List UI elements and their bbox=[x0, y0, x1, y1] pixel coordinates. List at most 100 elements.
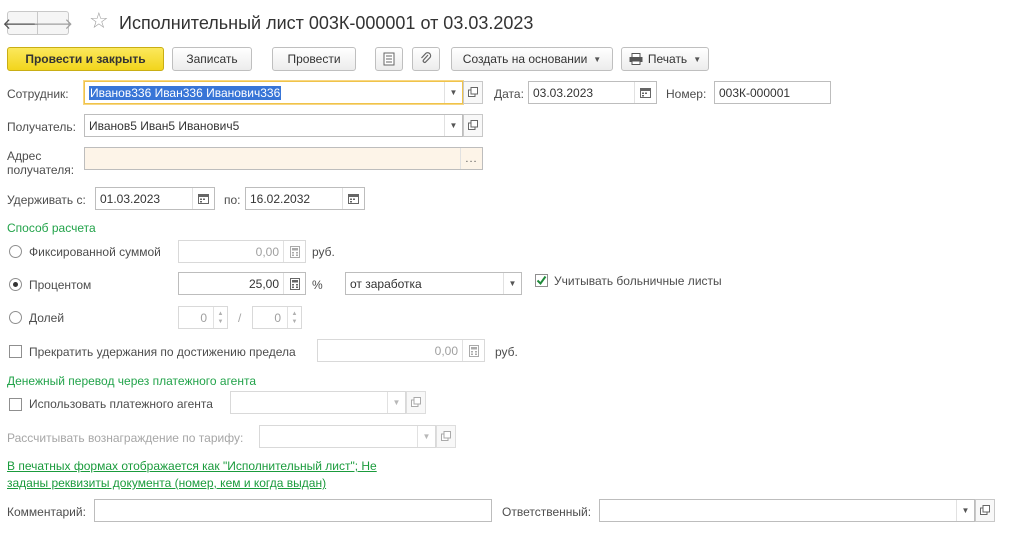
responsible-field[interactable]: ▼ bbox=[599, 499, 975, 522]
open-window-icon bbox=[441, 430, 451, 444]
date-field[interactable]: 03.03.2023 bbox=[528, 81, 657, 104]
chevron-down-icon[interactable]: ▼ bbox=[503, 273, 521, 294]
address-label-line1: Адрес bbox=[7, 149, 42, 163]
number-field[interactable]: 003К-000001 bbox=[714, 81, 831, 104]
responsible-open-button[interactable] bbox=[975, 499, 995, 522]
withhold-to-value: 16.02.2032 bbox=[250, 191, 311, 206]
share-numerator-value: 0 bbox=[200, 310, 207, 325]
post-and-close-button[interactable]: Провести и закрыть bbox=[7, 47, 164, 71]
stop-limit-unit: руб. bbox=[495, 345, 518, 359]
recipient-field[interactable]: Иванов5 Иван5 Иванович5 ▼ bbox=[84, 114, 463, 137]
fixed-amount-field[interactable]: 0,00 bbox=[178, 240, 306, 263]
date-label: Дата: bbox=[494, 87, 524, 101]
agent-section-title: Денежный перевод через платежного агента bbox=[7, 374, 257, 388]
employee-open-button[interactable] bbox=[463, 81, 483, 104]
post-button[interactable]: Провести bbox=[272, 47, 356, 71]
withhold-from-value: 01.03.2023 bbox=[100, 191, 161, 206]
agent-open-button[interactable] bbox=[406, 391, 426, 414]
calendar-icon[interactable] bbox=[634, 82, 656, 103]
open-window-icon bbox=[980, 504, 990, 518]
calculator-icon[interactable] bbox=[283, 273, 305, 294]
ellipsis-icon[interactable]: ... bbox=[460, 148, 482, 169]
fixed-amount-label: Фиксированной суммой bbox=[29, 245, 161, 259]
notice-line2: заданы реквизиты документа (номер, кем и… bbox=[7, 476, 327, 490]
share-numerator-field[interactable]: 0 ▲ ▼ bbox=[178, 306, 228, 329]
percent-value: 25,00 bbox=[248, 276, 279, 291]
fixed-amount-unit: руб. bbox=[312, 245, 335, 259]
open-window-icon bbox=[468, 86, 478, 100]
chevron-down-icon[interactable]: ▼ bbox=[417, 426, 435, 447]
stop-limit-field[interactable]: 0,00 bbox=[317, 339, 485, 362]
agent-field[interactable]: ▼ bbox=[230, 391, 406, 414]
attachments-button[interactable] bbox=[412, 47, 440, 71]
date-value: 03.03.2023 bbox=[533, 85, 594, 100]
create-based-on-label: Создать на основании bbox=[462, 52, 588, 66]
sick-leave-checkbox[interactable] bbox=[535, 274, 548, 287]
tariff-field[interactable]: ▼ bbox=[259, 425, 436, 448]
employee-value: Иванов336 Иван336 Иванович336 bbox=[89, 85, 282, 100]
share-label: Долей bbox=[29, 311, 65, 325]
percent-label: Процентом bbox=[29, 278, 92, 292]
open-window-icon bbox=[468, 119, 478, 133]
document-details-link[interactable]: В печатных формах отображается как "Испо… bbox=[7, 458, 407, 492]
recipient-value: Иванов5 Иван5 Иванович5 bbox=[89, 118, 240, 133]
employee-field[interactable]: Иванов336 Иван336 Иванович336 ▼ bbox=[84, 81, 463, 104]
number-label: Номер: bbox=[666, 87, 707, 101]
print-label: Печать bbox=[647, 52, 688, 66]
stop-limit-label: Прекратить удержания по достижению преде… bbox=[29, 345, 296, 359]
fixed-amount-value: 0,00 bbox=[255, 244, 279, 259]
share-separator: / bbox=[238, 311, 242, 325]
address-field[interactable]: ... bbox=[84, 147, 483, 170]
calendar-icon[interactable] bbox=[192, 188, 214, 209]
chevron-down-icon: ▼ bbox=[693, 54, 702, 64]
use-agent-checkbox[interactable] bbox=[9, 398, 22, 411]
chevron-down-icon[interactable]: ▼ bbox=[444, 82, 462, 103]
chevron-down-icon[interactable]: ▼ bbox=[956, 500, 974, 521]
share-denominator-value: 0 bbox=[274, 310, 281, 325]
withhold-from-label: Удерживать с: bbox=[7, 193, 86, 207]
percent-field[interactable]: 25,00 bbox=[178, 272, 306, 295]
employee-label: Сотрудник: bbox=[7, 87, 69, 101]
printer-icon bbox=[629, 53, 643, 65]
document-list-icon bbox=[383, 52, 395, 66]
share-denominator-field[interactable]: 0 ▲ ▼ bbox=[252, 306, 302, 329]
use-agent-label: Использовать платежного агента bbox=[29, 397, 213, 411]
withhold-to-label: по: bbox=[224, 193, 241, 207]
recipient-open-button[interactable] bbox=[463, 114, 483, 137]
favorite-star-icon[interactable]: ☆ bbox=[89, 9, 109, 33]
percent-base-value: от заработка bbox=[350, 276, 422, 291]
withhold-to-field[interactable]: 16.02.2032 bbox=[245, 187, 365, 210]
percent-radio[interactable] bbox=[9, 278, 22, 291]
fixed-amount-radio[interactable] bbox=[9, 245, 22, 258]
calendar-icon[interactable] bbox=[342, 188, 364, 209]
tariff-label: Рассчитывать вознаграждение по тарифу: bbox=[7, 431, 244, 445]
share-radio[interactable] bbox=[9, 311, 22, 324]
comment-field[interactable] bbox=[94, 499, 492, 522]
spinner-arrows-icon[interactable]: ▲ ▼ bbox=[287, 307, 301, 328]
address-label-line2: получателя: bbox=[7, 163, 75, 177]
calc-section-title: Способ расчета bbox=[7, 221, 96, 235]
forward-button[interactable]: 🡒 bbox=[33, 11, 73, 35]
notice-line1: В печатных формах отображается как "Испо… bbox=[7, 459, 377, 473]
tariff-open-button[interactable] bbox=[436, 425, 456, 448]
print-button[interactable]: Печать ▼ bbox=[621, 47, 709, 71]
create-based-on-button[interactable]: Создать на основании ▼ bbox=[451, 47, 613, 71]
checkmark-icon bbox=[536, 275, 547, 286]
sick-leave-label: Учитывать больничные листы bbox=[554, 274, 722, 288]
percent-base-select[interactable]: от заработка ▼ bbox=[345, 272, 522, 295]
stop-limit-checkbox[interactable] bbox=[9, 345, 22, 358]
page-title: Исполнительный лист 003К-000001 от 03.03… bbox=[119, 13, 534, 33]
chevron-down-icon: ▼ bbox=[593, 54, 602, 64]
arrow-right-icon: 🡒 bbox=[32, 15, 74, 33]
chevron-down-icon[interactable]: ▼ bbox=[444, 115, 462, 136]
save-button[interactable]: Записать bbox=[172, 47, 252, 71]
calculator-icon[interactable] bbox=[462, 340, 484, 361]
recipient-label: Получатель: bbox=[7, 120, 76, 134]
spinner-arrows-icon[interactable]: ▲ ▼ bbox=[213, 307, 227, 328]
calculator-icon[interactable] bbox=[283, 241, 305, 262]
stop-limit-value: 0,00 bbox=[434, 343, 458, 358]
comment-label: Комментарий: bbox=[7, 505, 86, 519]
report-button[interactable] bbox=[375, 47, 403, 71]
withhold-from-field[interactable]: 01.03.2023 bbox=[95, 187, 215, 210]
chevron-down-icon[interactable]: ▼ bbox=[387, 392, 405, 413]
